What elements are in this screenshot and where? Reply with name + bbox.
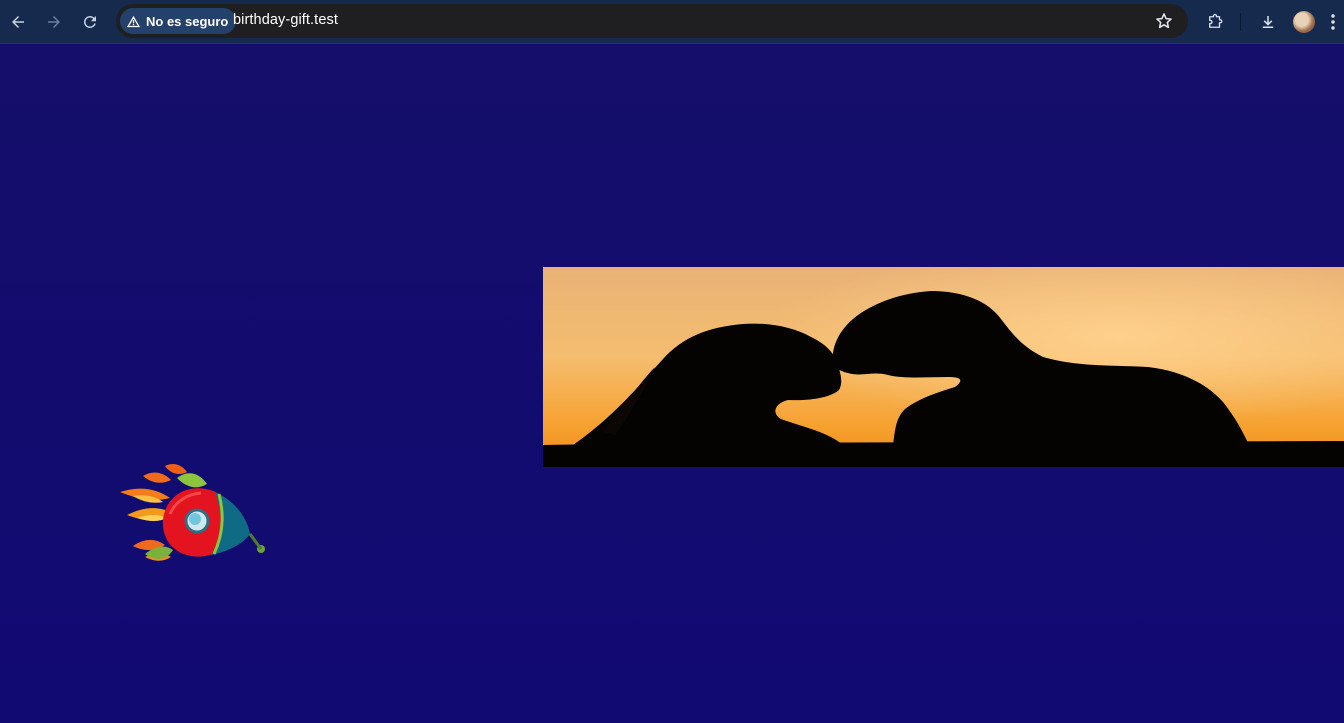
extensions-button[interactable] <box>1201 8 1229 36</box>
profile-avatar[interactable] <box>1293 11 1315 33</box>
forward-button[interactable] <box>40 8 68 36</box>
extensions-icon <box>1209 13 1223 28</box>
download-icon <box>1262 16 1274 28</box>
menu-icon[interactable] <box>1330 12 1336 32</box>
back-button[interactable] <box>4 8 32 36</box>
back-arrow-icon <box>12 16 24 28</box>
reload-button[interactable] <box>76 8 104 36</box>
forward-arrow-icon <box>48 16 60 28</box>
reload-icon <box>83 15 96 28</box>
couple-silhouette-image <box>543 267 1344 467</box>
address-bar[interactable]: No es seguro birthday-gift.test <box>116 4 1188 38</box>
page-content <box>0 45 1344 723</box>
warning-icon <box>126 15 141 27</box>
security-chip[interactable]: No es seguro <box>120 8 237 34</box>
url-text[interactable]: birthday-gift.test <box>233 12 338 28</box>
security-label: No es seguro <box>146 13 229 29</box>
rocket-image <box>115 458 275 573</box>
download-button[interactable] <box>1254 8 1282 36</box>
couple-silhouette-sunset <box>543 267 1344 467</box>
browser-toolbar: No es seguro birthday-gift.test <box>0 0 1344 44</box>
cartoon-rocket <box>120 464 265 561</box>
star-icon[interactable] <box>1154 11 1174 31</box>
toolbar-separator <box>1240 13 1241 31</box>
